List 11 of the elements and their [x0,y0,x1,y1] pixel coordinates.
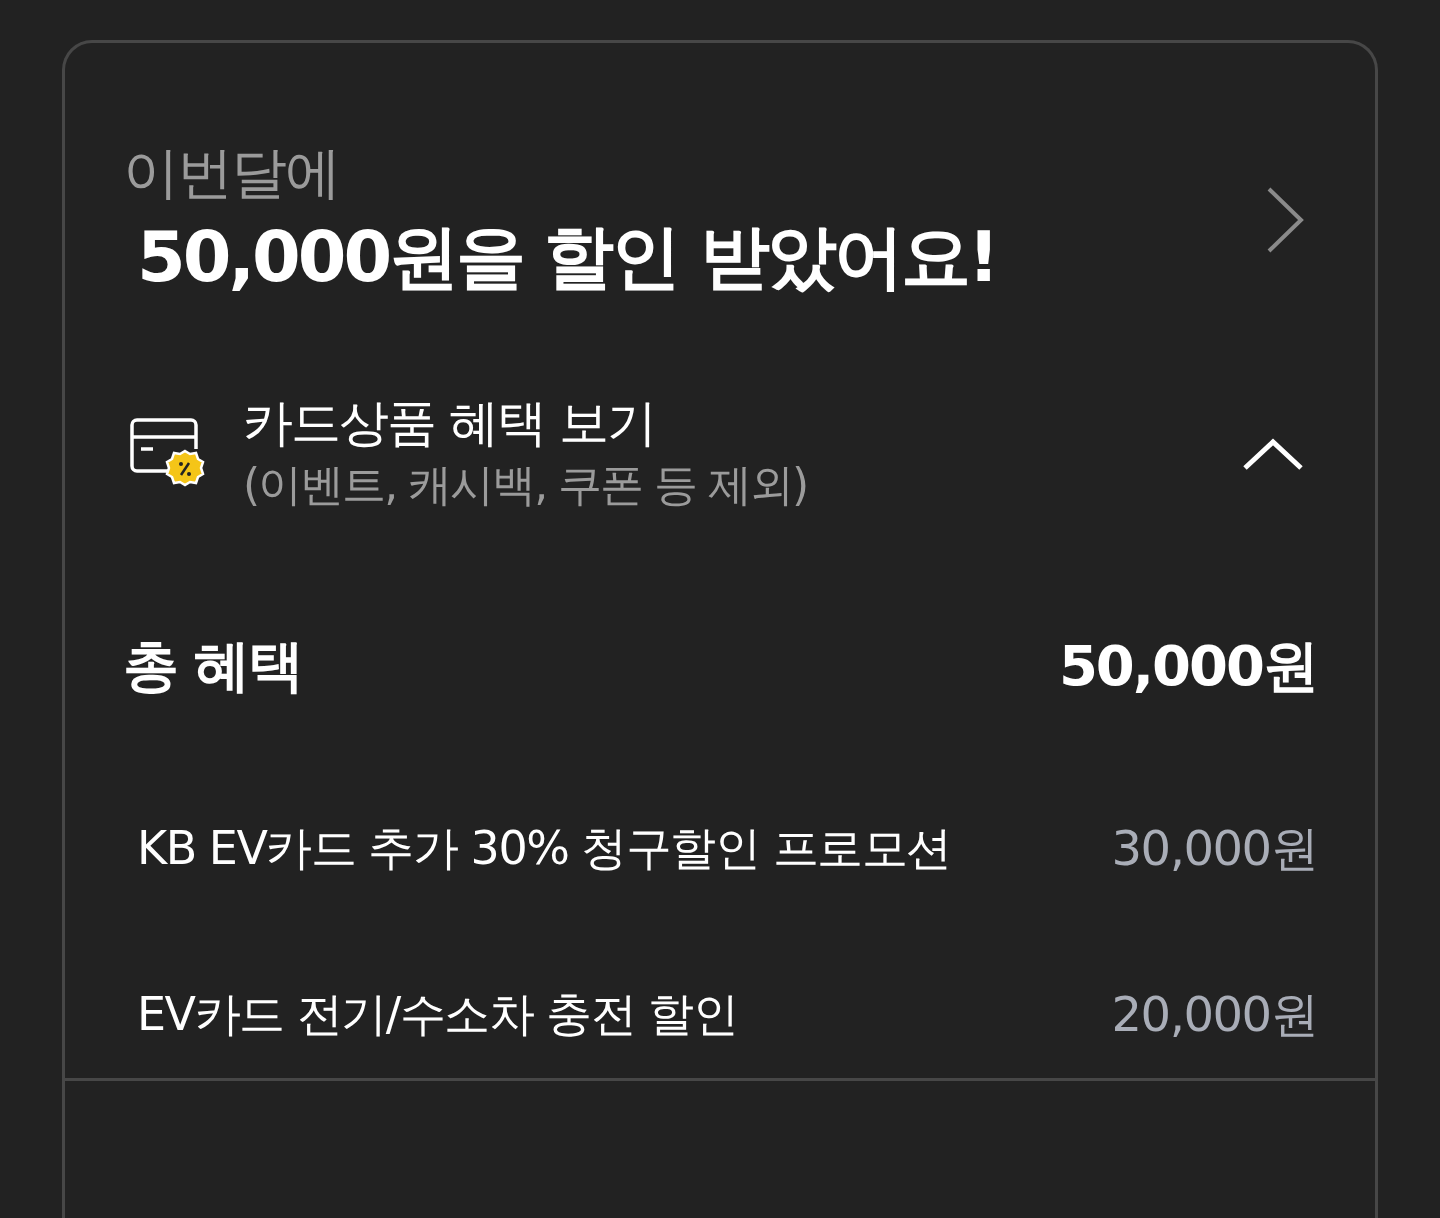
benefits-subtitle: (이벤트, 캐시백, 쿠폰 등 제외) [243,458,809,512]
benefit-amount: 20,000원 [1111,985,1317,1044]
chevron-right-icon[interactable] [1265,185,1305,255]
total-label: 총 혜택 [123,632,303,700]
total-amount: 50,000원 [1058,632,1317,700]
benefit-name: KB EV카드 추가 30% 청구할인 프로모션 [137,820,951,877]
discount-headline: 50,000원을 할인 받았어요! [137,215,997,300]
benefit-name: EV카드 전기/수소차 충전 할인 [137,986,738,1043]
benefit-amount: 30,000원 [1111,819,1317,878]
benefits-title[interactable]: 카드상품 혜택 보기 [243,392,1241,454]
period-label: 이번달에 [123,139,340,207]
